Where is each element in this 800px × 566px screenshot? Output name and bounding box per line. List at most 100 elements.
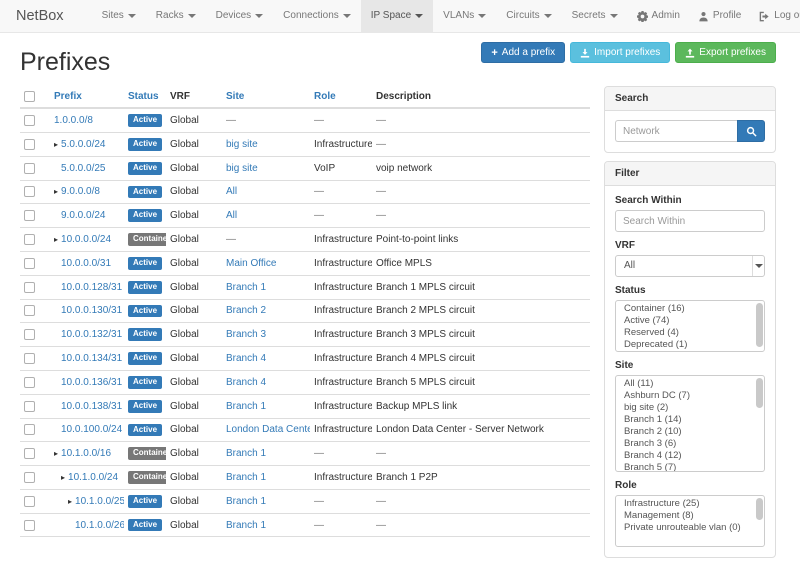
expand-arrow-icon[interactable]: ▸ [68,497,72,506]
select-all-checkbox[interactable] [24,91,35,102]
site-link[interactable]: All [226,186,237,197]
site-link[interactable]: Branch 1 [226,282,266,293]
search-button[interactable] [737,120,765,142]
filter-option[interactable]: Branch 1 (14) [616,414,764,426]
filter-option[interactable]: Branch 4 (12) [616,450,764,462]
site-link[interactable]: Branch 1 [226,496,266,507]
filter-option[interactable]: Private unrouteable vlan (0) [616,522,764,534]
filter-option[interactable]: Deprecated (1) [616,339,764,351]
row-checkbox[interactable] [24,305,35,316]
filter-option[interactable]: Branch 5 (7) [616,462,764,472]
import-prefixes-button[interactable]: Import prefixes [570,42,670,63]
row-checkbox[interactable] [24,234,35,245]
row-checkbox[interactable] [24,186,35,197]
row-checkbox[interactable] [24,424,35,435]
filter-option[interactable]: Branch 2 (10) [616,426,764,438]
prefix-link[interactable]: 9.0.0.0/24 [61,210,105,221]
sort-status[interactable]: Status [128,91,159,102]
nav-item-devices[interactable]: Devices [206,0,274,32]
prefix-link[interactable]: 10.0.0.0/31 [61,258,111,269]
nav-item-circuits[interactable]: Circuits [496,0,561,32]
sort-role[interactable]: Role [314,91,336,102]
prefix-link[interactable]: 10.1.0.0/16 [61,448,111,459]
row-checkbox[interactable] [24,115,35,126]
row-checkbox[interactable] [24,282,35,293]
export-prefixes-button[interactable]: Export prefixes [675,42,776,63]
row-checkbox[interactable] [24,472,35,483]
prefix-link[interactable]: 5.0.0.0/24 [61,139,105,150]
site-link[interactable]: All [226,210,237,221]
scrollbar-thumb[interactable] [756,378,763,408]
row-checkbox[interactable] [24,448,35,459]
row-checkbox[interactable] [24,496,35,507]
expand-arrow-icon[interactable]: ▸ [54,235,58,244]
site-link[interactable]: Branch 1 [226,472,266,483]
site-link[interactable]: Main Office [226,258,276,269]
nav-item-vlans[interactable]: VLANs [433,0,496,32]
site-link[interactable]: big site [226,163,258,174]
filter-option[interactable]: Management (8) [616,510,764,522]
sort-prefix[interactable]: Prefix [54,91,82,102]
site-link[interactable]: Branch 1 [226,448,266,459]
filter-option[interactable]: Container (16) [616,303,764,315]
prefix-link[interactable]: 10.0.0.136/31 [61,377,122,388]
expand-arrow-icon[interactable]: ▸ [54,140,58,149]
filter-option[interactable]: Branch 3 (6) [616,438,764,450]
search-input[interactable] [615,120,737,142]
sort-site[interactable]: Site [226,91,244,102]
nav-profile[interactable]: Profile [689,0,750,32]
row-checkbox[interactable] [24,163,35,174]
nav-admin[interactable]: Admin [628,0,689,32]
scrollbar-thumb[interactable] [756,303,763,347]
search-within-input[interactable] [615,210,765,232]
nav-item-secrets[interactable]: Secrets [562,0,628,32]
site-link[interactable]: Branch 1 [226,520,266,531]
prefix-link[interactable]: 10.0.0.130/31 [61,305,122,316]
row-checkbox[interactable] [24,210,35,221]
prefix-link[interactable]: 5.0.0.0/25 [61,163,105,174]
expand-arrow-icon[interactable]: ▸ [54,449,58,458]
prefix-link[interactable]: 10.0.0.134/31 [61,353,122,364]
filter-option[interactable]: Infrastructure (25) [616,498,764,510]
site-link[interactable]: big site [226,139,258,150]
row-checkbox[interactable] [24,329,35,340]
site-link[interactable]: London Data Center [226,424,310,435]
prefix-link[interactable]: 10.0.0.138/31 [61,401,122,412]
prefix-link[interactable]: 10.0.0.0/24 [61,234,111,245]
row-checkbox[interactable] [24,401,35,412]
navbar-brand[interactable]: NetBox [0,0,78,32]
vrf-select[interactable]: All [615,255,765,277]
site-link[interactable]: Branch 1 [226,401,266,412]
site-link[interactable]: Branch 4 [226,377,266,388]
row-checkbox[interactable] [24,353,35,364]
prefix-link[interactable]: 10.0.0.132/31 [61,329,122,340]
prefix-link[interactable]: 1.0.0.0/8 [54,115,93,126]
filter-option[interactable]: big site (2) [616,402,764,414]
nav-item-connections[interactable]: Connections [273,0,361,32]
expand-arrow-icon[interactable]: ▸ [61,473,65,482]
site-link[interactable]: Branch 4 [226,353,266,364]
prefix-link[interactable]: 10.1.0.0/25 [75,496,124,507]
row-checkbox[interactable] [24,520,35,531]
filter-option[interactable]: All (11) [616,378,764,390]
nav-item-ip-space[interactable]: IP Space [361,0,433,32]
prefix-link[interactable]: 10.0.0.128/31 [61,282,122,293]
site-link[interactable]: Branch 2 [226,305,266,316]
add-prefix-button[interactable]: + Add a prefix [481,42,565,63]
site-link[interactable]: Branch 3 [226,329,266,340]
prefix-link[interactable]: 10.0.100.0/24 [61,424,122,435]
scrollbar-thumb[interactable] [756,498,763,520]
nav-item-sites[interactable]: Sites [92,0,146,32]
filter-option[interactable]: Active (74) [616,315,764,327]
expand-arrow-icon[interactable]: ▸ [54,187,58,196]
prefix-link[interactable]: 10.1.0.0/26 [75,520,124,531]
row-checkbox[interactable] [24,139,35,150]
nav-log-out[interactable]: Log out [750,0,800,32]
filter-option[interactable]: Ashburn DC (7) [616,390,764,402]
prefix-link[interactable]: 10.1.0.0/24 [68,472,118,483]
filter-option[interactable]: Reserved (4) [616,327,764,339]
prefix-link[interactable]: 9.0.0.0/8 [61,186,100,197]
nav-item-racks[interactable]: Racks [146,0,206,32]
row-checkbox[interactable] [24,377,35,388]
row-checkbox[interactable] [24,258,35,269]
